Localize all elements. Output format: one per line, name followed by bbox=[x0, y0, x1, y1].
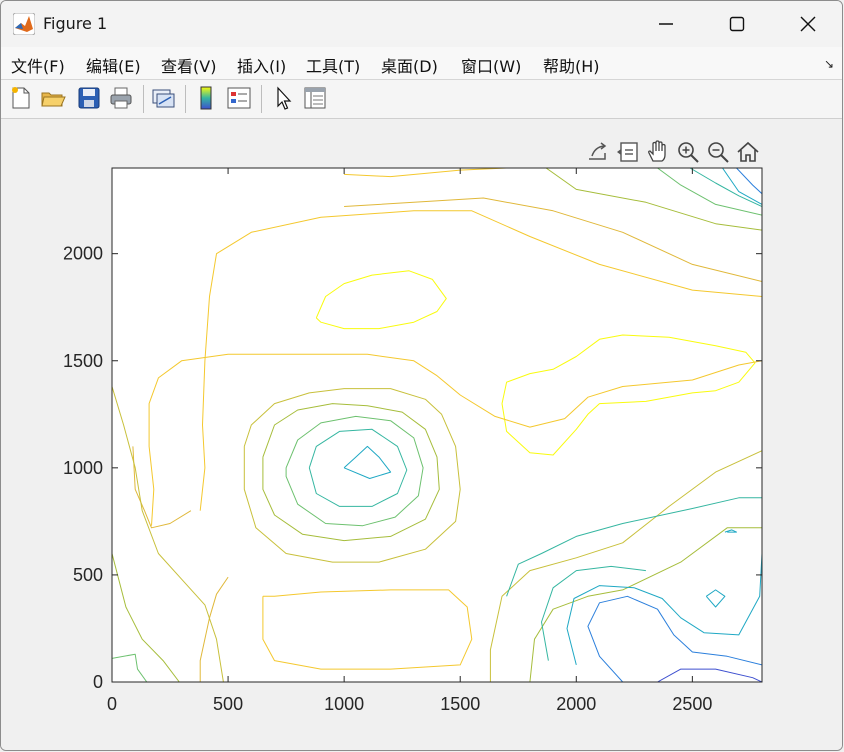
y-tick-label-2: 1000 bbox=[63, 458, 103, 478]
contour-plot[interactable]: 0 500 1000 1500 2000 2500 0 500 1000 1500 2000 bbox=[1, 1, 843, 751]
x-tick-label-4: 2000 bbox=[556, 694, 596, 714]
x-tick-label-3: 1500 bbox=[440, 694, 480, 714]
y-tick-label-1: 500 bbox=[73, 565, 103, 585]
axes-background bbox=[112, 168, 762, 682]
x-tick-label-1: 500 bbox=[213, 694, 243, 714]
figure-window: Figure 1 文件(F) 编辑(E) 查看(V) 插入(I) 工具(T) 桌… bbox=[0, 0, 843, 751]
y-tick-label-4: 2000 bbox=[63, 244, 103, 264]
x-tick-label-5: 2500 bbox=[672, 694, 712, 714]
x-tick-label-2: 1000 bbox=[324, 694, 364, 714]
x-tick-label-0: 0 bbox=[107, 694, 117, 714]
y-tick-label-3: 1500 bbox=[63, 351, 103, 371]
y-tick-label-0: 0 bbox=[93, 672, 103, 692]
